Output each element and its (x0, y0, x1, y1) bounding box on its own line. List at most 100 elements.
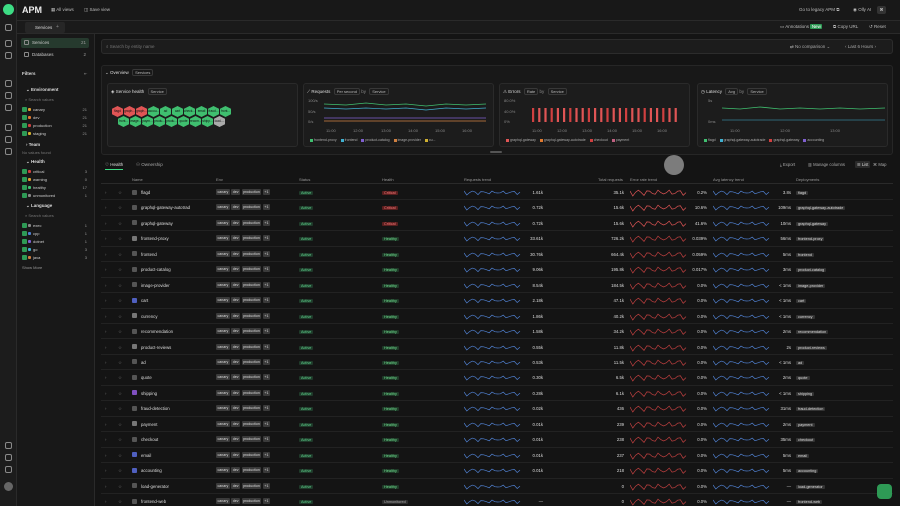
health-hex[interactable]: check... (184, 106, 195, 117)
checkbox[interactable] (22, 177, 27, 182)
health-hex[interactable]: front... (118, 116, 129, 127)
col-latency[interactable]: Avg latency trend (713, 177, 744, 182)
filter-value-production[interactable]: production 21 (22, 122, 87, 129)
time-range-select[interactable]: ‹ Last 6 Hours › (845, 44, 876, 49)
health-hex[interactable]: flagd (112, 106, 123, 117)
service-name[interactable]: graphql-gateway (141, 221, 173, 226)
expand-chevron-icon[interactable]: › (105, 283, 106, 288)
health-hex[interactable]: image... (130, 116, 141, 127)
service-name[interactable]: product-catalog (141, 267, 171, 272)
link-icon[interactable] (5, 442, 12, 449)
map-view-button[interactable]: ⌘ Map (873, 162, 887, 167)
checkbox[interactable] (22, 239, 27, 244)
checkbox[interactable] (22, 115, 27, 120)
table-row[interactable]: › ☆ fraud-detection canary dev production +1 Ac… (101, 401, 893, 417)
star-icon[interactable]: ☆ (118, 468, 122, 474)
expand-chevron-icon[interactable]: › (105, 499, 106, 504)
star-icon[interactable]: ☆ (118, 221, 122, 227)
reset-button[interactable]: ↺ Reset (869, 24, 886, 30)
health-hex[interactable]: graph... (124, 106, 135, 117)
health-hex[interactable]: ad (160, 106, 171, 117)
service-name[interactable]: recommendation (141, 329, 173, 334)
latency-metric-select[interactable]: Avg (725, 88, 739, 95)
table-row[interactable]: › ☆ frontend canary dev production +1 Active Hea… (101, 247, 893, 263)
bell-icon[interactable] (5, 454, 12, 461)
filter-value-go[interactable]: go 3 (22, 246, 87, 253)
table-row[interactable]: › ☆ graphql-gateway-autotrad canary dev produ… (101, 200, 893, 216)
deployment-tag[interactable]: cart (796, 299, 807, 304)
add-tab-icon[interactable]: + (56, 24, 59, 30)
table-row[interactable]: › ☆ shipping canary dev production +1 Active Hea… (101, 386, 893, 402)
health-hex[interactable]: front... (220, 106, 231, 117)
manage-columns-button[interactable]: ▥ Manage columns (808, 162, 845, 167)
service-name[interactable]: quote (141, 375, 152, 380)
errors-group-select[interactable]: Service (547, 88, 567, 95)
expand-chevron-icon[interactable]: › (105, 190, 106, 195)
table-row[interactable]: › ☆ frontend-web canary dev production +1 Activ… (101, 494, 893, 506)
table-row[interactable]: › ☆ image-provider canary dev production +1 Act… (101, 278, 893, 294)
service-name[interactable]: frontend-web (141, 499, 166, 504)
checkbox[interactable] (22, 231, 27, 236)
service-name[interactable]: flagd (141, 190, 150, 195)
service-name[interactable]: graphql-gateway-autotrad (141, 205, 190, 210)
deployment-tag[interactable]: image-provider (796, 283, 826, 288)
legacy-apm-link[interactable]: Go to legacy APM ⧉ (799, 7, 840, 12)
list-view-button[interactable]: ☰ List (855, 161, 871, 168)
metrics-icon[interactable] (5, 104, 12, 111)
apm-icon[interactable] (5, 80, 12, 87)
deployment-tag[interactable]: ad (796, 360, 805, 365)
nav-services[interactable]: Services 21 (21, 38, 89, 48)
service-name[interactable]: product-reviews (141, 345, 171, 350)
expand-chevron-icon[interactable]: › (105, 205, 106, 210)
service-name[interactable]: frontend-proxy (141, 236, 169, 241)
deployment-tag[interactable]: frontend (796, 252, 814, 257)
dashboards-icon[interactable] (5, 148, 12, 155)
star-icon[interactable]: ☆ (118, 267, 122, 273)
star-icon[interactable]: ☆ (118, 252, 122, 258)
col-total-requests[interactable]: Total requests (598, 177, 623, 182)
service-name[interactable]: frontend (141, 252, 157, 257)
expand-chevron-icon[interactable]: › (105, 314, 106, 319)
filter-value-java[interactable]: java 3 (22, 254, 87, 261)
star-icon[interactable]: ☆ (118, 236, 122, 242)
table-row[interactable]: › ☆ email canary dev production +1 Active Health… (101, 448, 893, 464)
star-icon[interactable]: ☆ (118, 437, 122, 443)
deployment-tag[interactable]: graphql-gateway (796, 221, 829, 226)
star-icon[interactable]: ☆ (118, 314, 122, 320)
filter-team[interactable]: › Team (26, 142, 40, 147)
star-icon[interactable]: ☆ (118, 283, 122, 289)
star-icon[interactable]: ☆ (118, 345, 122, 351)
filter-health[interactable]: ⌄ Health (26, 159, 45, 165)
show-more-link[interactable]: Show More (22, 265, 42, 270)
table-row[interactable]: › ☆ load-generator canary dev production +1 Act… (101, 479, 893, 494)
alerts-icon[interactable] (5, 136, 12, 143)
star-icon[interactable]: ☆ (118, 375, 122, 381)
star-icon[interactable]: ☆ (118, 453, 122, 459)
deployment-tag[interactable]: fraud-detection (796, 407, 826, 412)
expand-chevron-icon[interactable]: › (105, 375, 106, 380)
star-icon[interactable]: ☆ (118, 406, 122, 412)
annotations-button[interactable]: ▭ Annotations New (780, 24, 823, 30)
health-hex[interactable]: produ... (166, 116, 177, 127)
deployment-tag[interactable]: shipping (796, 391, 815, 396)
health-hex[interactable]: cart (172, 106, 183, 117)
checkbox[interactable] (22, 107, 27, 112)
star-icon[interactable]: ☆ (118, 360, 122, 366)
table-row[interactable]: › ☆ frontend-proxy canary dev production +1 Act… (101, 231, 893, 247)
table-row[interactable]: › ☆ flagd canary dev production +1 Active Critic… (101, 185, 893, 201)
filter-value-healthy[interactable]: healthy 17 (22, 184, 87, 191)
service-name[interactable]: fraud-detection (141, 406, 170, 411)
col-health[interactable]: Health (382, 177, 394, 182)
col-deployments[interactable]: Deployments (796, 177, 819, 182)
deployment-tag[interactable]: recommendation (796, 330, 829, 335)
expand-chevron-icon[interactable]: › (105, 345, 106, 350)
health-hex[interactable]: fraud... (208, 106, 219, 117)
expand-chevron-icon[interactable]: › (105, 252, 106, 257)
col-name[interactable]: Name (132, 177, 143, 182)
checkbox[interactable] (22, 131, 27, 136)
deployment-tag[interactable]: payment (796, 422, 815, 427)
tab-ownership[interactable]: ⚇ Ownership (136, 162, 163, 168)
deployment-tag[interactable]: graphql-gateway-autotrade (796, 206, 846, 211)
filter-environment[interactable]: ⌄ Environment (26, 87, 59, 93)
star-icon[interactable]: ☆ (118, 391, 122, 397)
